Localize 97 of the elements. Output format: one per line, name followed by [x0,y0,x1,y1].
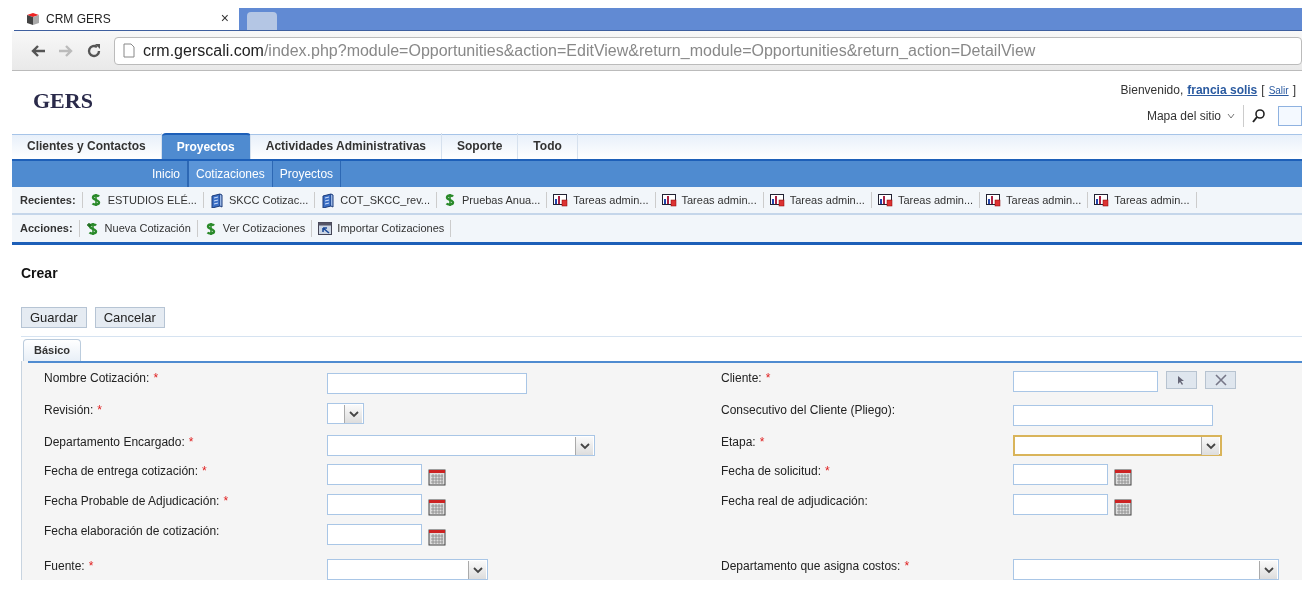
form-tab[interactable]: Básico [23,339,82,361]
recent-item[interactable]: Tareas admin... [763,191,872,209]
recent-item[interactable]: Tareas admin... [1088,191,1197,209]
field-label: Fecha de entrega cotización: [44,463,199,480]
required-mark: * [825,463,830,480]
nav-tab[interactable]: Todo [518,133,578,159]
cursor-icon [1177,374,1186,386]
money-icon [443,193,457,207]
recent-item[interactable]: ESTUDIOS ELÉ... [82,191,204,209]
import-icon [318,222,333,235]
welcome-text: Bienvenido, [1120,82,1184,99]
date-field[interactable] [327,524,422,545]
field-label: Revisión: [44,402,94,419]
field-label: Fecha Probable de Adjudicación: [44,493,220,510]
field-label: Fecha real de adjudicación: [721,493,868,510]
recent-item[interactable]: Tareas admin... [655,191,764,209]
cube-icon [26,11,40,26]
required-mark: * [765,370,771,387]
field-label: Nombre Cotización: [44,370,150,387]
recent-item[interactable]: SKCC Cotizac... [203,191,316,209]
bar-chart-icon [553,193,569,207]
field-label: Fecha elaboración de cotización: [44,523,220,540]
tab-title: CRM GERS [46,10,112,28]
search-field[interactable] [1278,106,1302,126]
action-link[interactable]: Ver Cotizaciones [197,220,313,237]
required-mark: * [904,558,910,575]
field-label: Etapa: [721,434,756,451]
required-mark: * [188,434,194,451]
clear-button[interactable] [1205,371,1236,389]
address-bar[interactable]: crm.gerscali.com/index.php?module=Opportunities&action=EditView&return_module=Opportunities&return_action=DetailView [114,36,1302,65]
calendar-icon[interactable] [1114,468,1132,486]
required-mark: * [759,434,765,451]
form-button[interactable]: Cancelar [94,307,165,328]
bar-chart-icon [769,193,785,207]
logout-link[interactable]: Salir [1268,82,1289,98]
bracket: [ [1261,82,1265,99]
action-link[interactable]: Nueva Cotización [79,220,198,237]
field-label: Departamento Encargado: [44,434,185,451]
required-mark: * [153,370,159,387]
book-icon [209,192,224,208]
page-title: Crear [21,264,59,283]
required-mark: * [202,463,207,480]
caret-icon [1227,113,1235,119]
required-mark: * [88,558,94,575]
bar-chart-icon [1094,193,1110,207]
nav-tab[interactable]: Clientes y Contactos [12,133,162,159]
field-label: Departamento que asigna costos: [721,558,901,575]
book-icon [321,192,336,208]
field-label: Cliente: [721,370,762,387]
reload-icon[interactable] [86,42,102,59]
required-mark: * [97,402,103,419]
select-dropdown[interactable] [327,403,364,424]
page-icon [123,43,135,58]
field-label: Consecutivo del Cliente (Pliego): [721,402,896,419]
nav-tab[interactable]: Proyectos [161,133,251,159]
required-mark: * [223,493,229,510]
recent-item[interactable]: Tareas admin... [980,191,1089,209]
nav-tab[interactable]: Soporte [442,133,519,159]
text-field[interactable] [1013,371,1158,392]
bar-chart-icon [986,193,1002,207]
date-field[interactable] [1013,464,1108,485]
recent-label: Recientes: [20,191,83,209]
date-field[interactable] [327,494,422,515]
close-icon [1214,374,1227,386]
back-icon[interactable] [30,43,46,58]
site-map-link[interactable]: Mapa del sitio [1146,107,1221,125]
date-field[interactable] [1013,494,1108,515]
calendar-icon[interactable] [428,528,446,546]
url-text: crm.gerscali.com/index.php?module=Opportunities&action=EditView&return_module=Opportunities&return_action=DetailView [143,40,1036,61]
text-field[interactable] [1013,404,1213,426]
field-label: Fuente: [44,558,85,575]
calendar-icon[interactable] [428,468,446,486]
money-plus-icon [85,221,100,236]
calendar-icon[interactable] [428,498,446,516]
field-label: Fecha de solicitud: [721,463,822,480]
user-link[interactable]: francia solis [1187,81,1258,99]
date-field[interactable] [327,464,422,485]
new-tab-button[interactable] [247,12,277,30]
form-button[interactable]: Guardar [21,307,87,328]
action-link[interactable]: Importar Cotizaciones [312,220,452,237]
nav-tab[interactable]: Actividades Administrativas [250,133,442,159]
forward-icon[interactable] [58,43,74,58]
browser-tab[interactable]: CRM GERS × [14,7,239,30]
recent-item[interactable]: Tareas admin... [547,191,656,209]
bar-chart-icon [661,193,677,207]
bracket: ] [1292,82,1296,99]
actions-label: Acciones: [20,220,80,237]
search-icon[interactable] [1252,109,1266,123]
calendar-icon[interactable] [1114,498,1132,516]
logo: GERS [33,87,93,115]
tab-close-button[interactable]: × [220,8,229,29]
select-button[interactable] [1166,371,1197,389]
recent-item[interactable]: Pruebas Anua... [437,191,548,209]
bar-chart-icon [877,193,893,207]
text-field[interactable] [327,372,527,394]
recent-item[interactable]: COT_SKCC_rev... [315,191,437,209]
recent-item[interactable]: Tareas admin... [871,191,981,209]
